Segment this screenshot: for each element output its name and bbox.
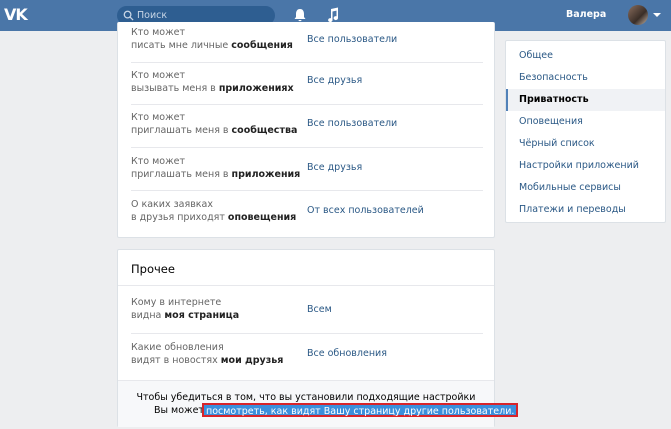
label-bold: сообщества (231, 125, 298, 136)
user-name[interactable]: Валера (566, 9, 606, 20)
label-bold: приложения (231, 169, 301, 180)
menu-item-security[interactable]: Безопасность (506, 67, 665, 89)
row-divider (131, 104, 483, 105)
label-line1: Кто может (131, 112, 186, 123)
search-icon (123, 10, 134, 21)
menu-item-blacklist[interactable]: Чёрный список (506, 133, 665, 155)
privacy-row-label: Кому в интернете видна моя страница (131, 296, 301, 322)
label-line1: О каких заявках (131, 199, 213, 210)
view-profile-as-others-link[interactable]: посмотреть, как видят Вашу страницу друг… (202, 403, 519, 417)
label-line1: Какие обновления (131, 342, 224, 353)
privacy-value-dropdown[interactable]: От всех пользователей (307, 205, 424, 216)
label-line2: видят в новостях (131, 355, 221, 366)
menu-item-app-settings[interactable]: Настройки приложений (506, 155, 665, 177)
label-bold: сообщения (231, 40, 293, 51)
row-divider (131, 190, 483, 191)
vk-logo-icon[interactable]: VK (4, 6, 30, 24)
privacy-settings-panel: Кто может писать мне личные сообщения Вс… (117, 22, 495, 238)
privacy-row-label: Какие обновления видят в новостях мои др… (131, 341, 301, 367)
section-title: Прочее (131, 262, 175, 276)
label-line2: приглашать меня в (131, 169, 232, 180)
menu-item-privacy[interactable]: Приватность (506, 89, 665, 111)
privacy-value-dropdown[interactable]: Все пользователи (307, 118, 397, 129)
privacy-value-dropdown[interactable]: Все обновления (307, 348, 387, 359)
search-input[interactable] (137, 8, 267, 23)
menu-item-general[interactable]: Общее (506, 45, 665, 67)
section-divider (118, 285, 494, 286)
label-bold: мои друзья (220, 355, 284, 366)
label-line1: Кто может (131, 156, 186, 167)
label-line2: видна (131, 310, 165, 321)
row-divider (131, 333, 483, 334)
bell-icon[interactable] (293, 8, 307, 23)
privacy-value-dropdown[interactable]: Все пользователи (307, 34, 397, 45)
label-bold: моя страница (164, 310, 240, 321)
privacy-value-dropdown[interactable]: Все друзья (307, 162, 362, 173)
privacy-row-label: Кто может приглашать меня в приложения (131, 155, 301, 181)
privacy-value-dropdown[interactable]: Всем (307, 304, 332, 315)
privacy-check-footer: Чтобы убедиться в том, что вы установили… (118, 380, 519, 427)
chevron-down-icon[interactable] (653, 13, 661, 17)
menu-item-payments[interactable]: Платежи и переводы (506, 199, 665, 221)
label-bold: оповещения (227, 212, 297, 223)
row-divider (131, 147, 483, 148)
other-settings-panel: Прочее Кому в интернете видна моя страни… (117, 249, 519, 427)
privacy-value-dropdown[interactable]: Все друзья (307, 75, 362, 86)
row-divider (131, 62, 483, 63)
label-line1: Кто может (131, 70, 186, 81)
privacy-row-label: Кто может писать мне личные сообщения (131, 26, 301, 52)
label-line2: писать мне личные (131, 40, 232, 51)
label-line2: в друзья приходят (131, 212, 228, 223)
label-bold: приложениях (218, 83, 294, 94)
privacy-row-label: Кто может вызывать меня в приложениях (131, 69, 301, 95)
music-note-icon[interactable] (326, 7, 340, 23)
menu-item-notifications[interactable]: Оповещения (506, 111, 665, 133)
label-line1: Кто может (131, 27, 186, 38)
label-line1: Кому в интернете (131, 297, 222, 308)
avatar[interactable] (628, 5, 648, 25)
menu-item-mobile-services[interactable]: Мобильные сервисы (506, 177, 665, 199)
label-line2: приглашать меня в (131, 125, 232, 136)
settings-sidebar-menu: Общее Безопасность Приватность Оповещени… (505, 40, 666, 223)
privacy-row-label: Кто может приглашать меня в сообщества (131, 111, 301, 137)
privacy-row-label: О каких заявках в друзья приходят оповещ… (131, 198, 301, 224)
label-line2: вызывать меня в (131, 83, 219, 94)
